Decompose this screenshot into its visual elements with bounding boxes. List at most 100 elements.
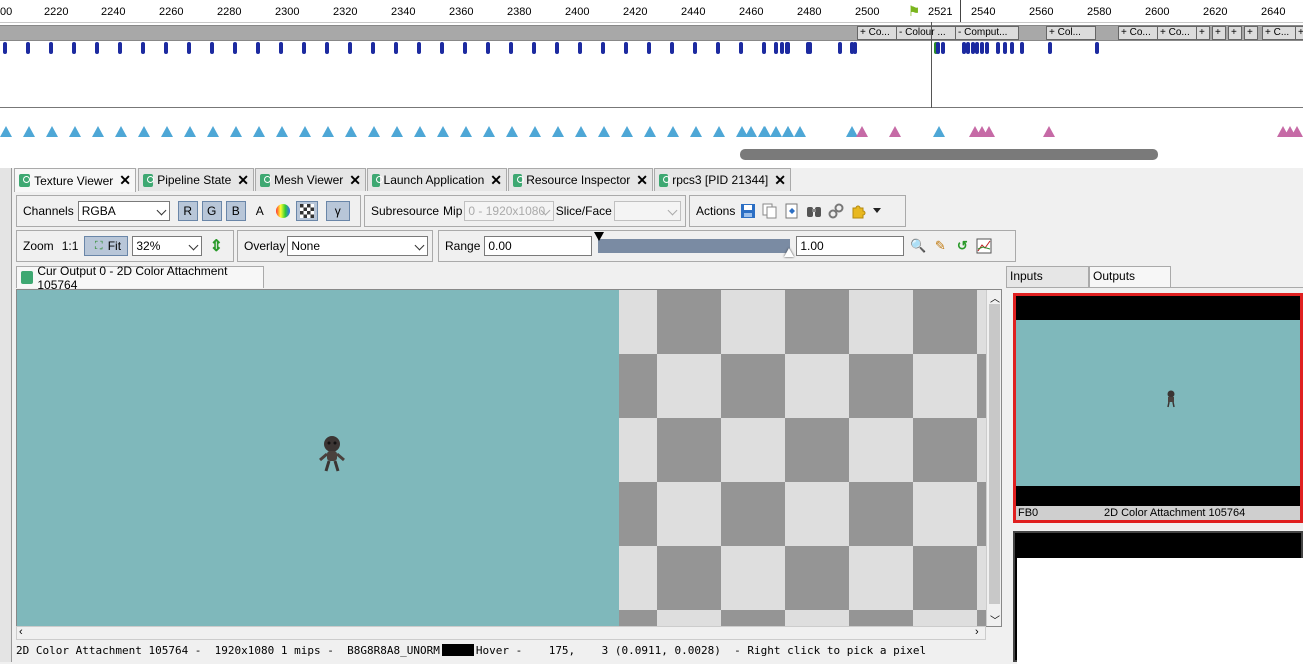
event-marker[interactable] xyxy=(325,42,329,54)
drawcall-marker[interactable] xyxy=(889,126,901,137)
drawcall-marker[interactable] xyxy=(184,126,196,137)
viewer-horizontal-scrollbar[interactable]: ‹ › xyxy=(16,626,986,640)
range-slider[interactable] xyxy=(594,232,795,257)
event-marker[interactable] xyxy=(233,42,237,54)
drawcall-marker[interactable] xyxy=(575,126,587,137)
channel-a-toggle[interactable]: A xyxy=(250,201,270,221)
close-icon[interactable]: ✕ xyxy=(343,172,361,189)
marker-region[interactable]: + xyxy=(1228,26,1242,40)
close-icon[interactable]: ✕ xyxy=(630,172,648,189)
marker-region[interactable]: + Co... xyxy=(1118,26,1160,40)
chevron-up-icon[interactable]: ︿ xyxy=(990,290,1000,305)
event-marker[interactable] xyxy=(371,42,375,54)
drawcall-marker[interactable] xyxy=(758,126,770,137)
event-timeline[interactable]: 00 2220 2240 2260 2280 2300 2320 2340 23… xyxy=(0,0,1303,168)
event-marker[interactable] xyxy=(463,42,467,54)
event-marker[interactable] xyxy=(26,42,30,54)
event-marker[interactable] xyxy=(996,42,1000,54)
marker-region[interactable]: + Co... xyxy=(1157,26,1199,40)
drawcall-marker[interactable] xyxy=(552,126,564,137)
marker-region[interactable]: + xyxy=(1244,26,1258,40)
event-marker[interactable] xyxy=(555,42,559,54)
event-marker[interactable] xyxy=(417,42,421,54)
event-marker[interactable] xyxy=(3,42,7,54)
gamma-toggle[interactable]: γ xyxy=(325,201,350,221)
binoculars-icon[interactable] xyxy=(806,203,822,219)
drawcall-marker[interactable] xyxy=(770,126,782,137)
event-marker[interactable] xyxy=(578,42,582,54)
save-icon[interactable] xyxy=(740,203,756,219)
drawcall-marker[interactable] xyxy=(23,126,35,137)
drawcall-marker[interactable] xyxy=(345,126,357,137)
drawcall-marker[interactable] xyxy=(161,126,173,137)
drawcall-marker[interactable] xyxy=(391,126,403,137)
checkerboard-icon[interactable] xyxy=(295,201,318,221)
drawcall-marker[interactable] xyxy=(207,126,219,137)
drawcall-marker[interactable] xyxy=(0,126,12,137)
auto-fit-icon[interactable]: ✎ xyxy=(932,238,948,254)
event-marker[interactable] xyxy=(256,42,260,54)
tab-launch-application[interactable]: Launch Application ✕ xyxy=(367,168,507,191)
fit-button[interactable]: ⛶ Fit xyxy=(84,236,129,256)
event-marker[interactable] xyxy=(601,42,605,54)
event-marker[interactable] xyxy=(1048,42,1052,54)
tab-mesh-viewer[interactable]: Mesh Viewer ✕ xyxy=(255,168,366,191)
overlay-select[interactable]: None xyxy=(287,236,428,256)
marker-region[interactable]: - Colour ... xyxy=(896,26,958,40)
event-marker[interactable] xyxy=(739,42,743,54)
marker-region[interactable]: + xyxy=(1212,26,1226,40)
event-marker[interactable] xyxy=(509,42,513,54)
drawcall-marker[interactable] xyxy=(69,126,81,137)
link-icon[interactable] xyxy=(828,203,844,219)
event-marker[interactable] xyxy=(716,42,720,54)
drawcall-marker[interactable] xyxy=(92,126,104,137)
output-thumbnail-fb0[interactable]: FB0 2D Color Attachment 105764 xyxy=(1013,293,1303,523)
view-resource-icon[interactable] xyxy=(784,203,800,219)
marker-region[interactable]: + xyxy=(1295,26,1303,40)
channels-select[interactable]: RGBA xyxy=(77,201,170,221)
drawcall-marker[interactable] xyxy=(460,126,472,137)
range-max-handle[interactable] xyxy=(784,248,795,257)
tab-inputs[interactable]: Inputs xyxy=(1006,266,1089,287)
drawcall-marker[interactable] xyxy=(299,126,311,137)
event-marker[interactable] xyxy=(786,42,790,54)
close-icon[interactable]: ✕ xyxy=(231,172,249,189)
channel-r-toggle[interactable]: R xyxy=(177,201,198,221)
tab-resource-inspector[interactable]: Resource Inspector ✕ xyxy=(508,168,653,191)
range-max-input[interactable]: 1.00 xyxy=(796,236,905,256)
event-marker[interactable] xyxy=(780,42,784,54)
close-icon[interactable]: ✕ xyxy=(113,172,131,189)
event-marker[interactable] xyxy=(348,42,352,54)
event-marker[interactable] xyxy=(118,42,122,54)
event-marker[interactable] xyxy=(975,42,979,54)
drawcall-marker[interactable] xyxy=(276,126,288,137)
range-min-handle[interactable] xyxy=(594,232,605,241)
event-marker[interactable] xyxy=(1010,42,1014,54)
zoom-select[interactable]: 32% xyxy=(132,236,203,256)
drawcall-marker[interactable] xyxy=(506,126,518,137)
zoom-1to1-button[interactable]: 1:1 xyxy=(62,239,79,253)
drawcall-marker[interactable] xyxy=(621,126,633,137)
drawcall-marker[interactable] xyxy=(230,126,242,137)
drawcall-marker[interactable] xyxy=(1043,126,1055,137)
tab-texture-viewer[interactable]: Texture Viewer ✕ xyxy=(14,168,136,192)
event-marker[interactable] xyxy=(394,42,398,54)
drawcall-marker[interactable] xyxy=(1291,126,1303,137)
drawcall-marker[interactable] xyxy=(598,126,610,137)
flip-vertical-icon[interactable]: ⇕ xyxy=(208,238,224,255)
marker-region[interactable]: + Co... xyxy=(857,26,899,40)
drawcall-marker[interactable] xyxy=(529,126,541,137)
drawcall-marker[interactable] xyxy=(794,126,806,137)
drawcall-marker[interactable] xyxy=(368,126,380,137)
drawcall-marker[interactable] xyxy=(253,126,265,137)
event-marker[interactable] xyxy=(532,42,536,54)
drawcall-marker[interactable] xyxy=(690,126,702,137)
viewer-vertical-scrollbar[interactable]: ︿ ﹀ xyxy=(986,290,1001,626)
event-marker[interactable] xyxy=(1020,42,1024,54)
output-thumbnail-2[interactable] xyxy=(1013,531,1303,664)
drawcall-marker[interactable] xyxy=(782,126,794,137)
event-marker[interactable] xyxy=(966,42,970,54)
dropdown-arrow-icon[interactable] xyxy=(872,203,882,219)
drawcall-marker[interactable] xyxy=(983,126,995,137)
tab-pipeline-state[interactable]: Pipeline State ✕ xyxy=(138,168,254,191)
